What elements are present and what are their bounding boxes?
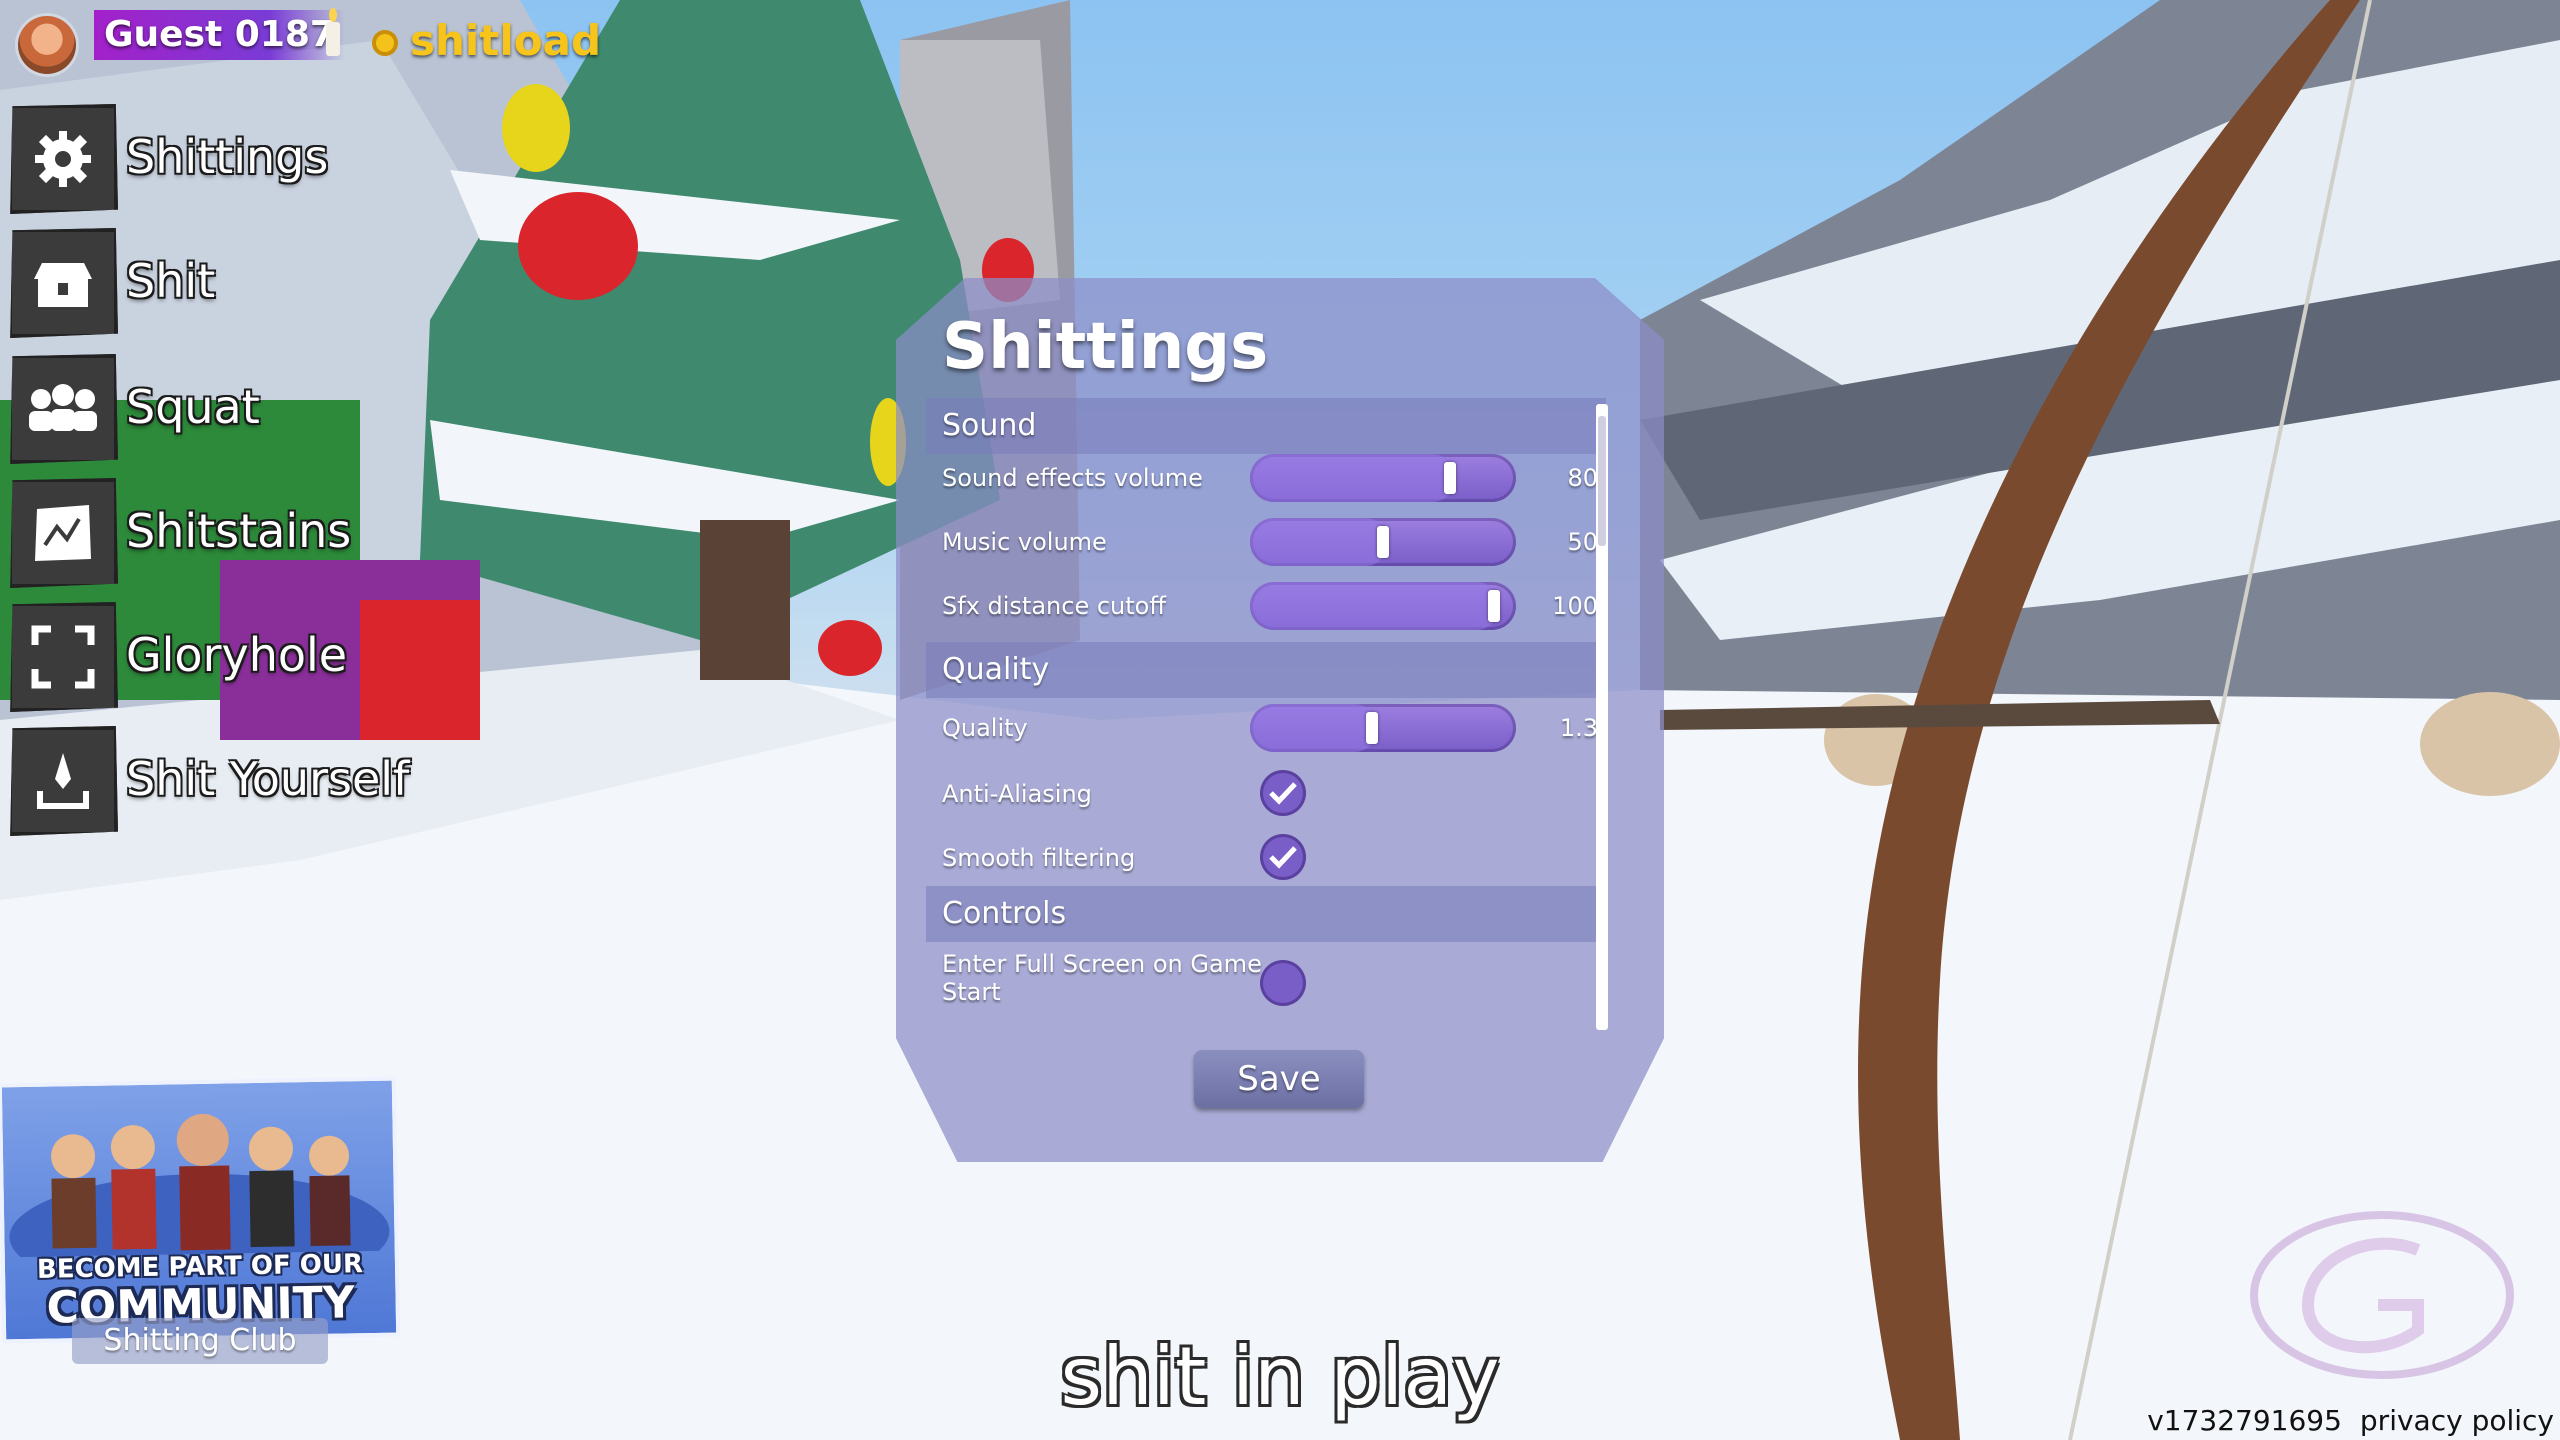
community-banner[interactable]: BECOME PART OF OUR COMMUNITY bbox=[0, 1076, 401, 1344]
menu-label: Shitstains bbox=[126, 504, 352, 558]
save-button[interactable]: Save bbox=[1194, 1050, 1364, 1108]
map-icon bbox=[10, 478, 118, 588]
checkmark-icon bbox=[1269, 782, 1297, 805]
squad-icon bbox=[10, 354, 118, 464]
footer: v1732791695 privacy policy bbox=[2129, 1404, 2554, 1437]
slider-handle[interactable] bbox=[1488, 590, 1500, 622]
panel-title: Shittings bbox=[942, 310, 1269, 384]
fullscreen-icon bbox=[10, 602, 118, 712]
candle-icon bbox=[326, 8, 340, 56]
chest-icon bbox=[10, 228, 118, 338]
menu-label: Gloryhole bbox=[126, 628, 348, 682]
menu-item-shitstains[interactable]: Shitstains bbox=[8, 478, 428, 590]
slider-handle[interactable] bbox=[1365, 712, 1378, 744]
slider-value: 100 bbox=[1552, 592, 1598, 620]
smooth-filtering-checkbox[interactable] bbox=[1260, 834, 1306, 880]
slider-handle[interactable] bbox=[1377, 526, 1389, 558]
scroll-thumb[interactable] bbox=[1598, 416, 1606, 546]
setting-label: Smooth filtering bbox=[942, 844, 1136, 872]
community-art bbox=[9, 1113, 390, 1258]
setting-label: Music volume bbox=[942, 528, 1107, 556]
slider-handle[interactable] bbox=[1443, 462, 1456, 494]
menu-item-shit-yourself[interactable]: Shit Yourself bbox=[8, 726, 428, 838]
gear-icon bbox=[10, 104, 118, 214]
menu-label: Shit Yourself bbox=[126, 752, 410, 806]
slider-fill bbox=[1250, 704, 1378, 752]
username-label: Guest 0187 bbox=[94, 10, 345, 60]
music-volume-slider[interactable] bbox=[1250, 518, 1516, 566]
menu-label: Squat bbox=[126, 380, 260, 434]
sfx-distance-slider[interactable] bbox=[1250, 582, 1516, 630]
settings-panel: Shittings Sound Sound effects volume 80 … bbox=[896, 278, 1664, 1162]
section-quality: Quality bbox=[926, 642, 1606, 698]
section-sound: Sound bbox=[926, 398, 1606, 454]
coin-icon bbox=[372, 30, 398, 56]
menu-label: Shittings bbox=[126, 130, 329, 184]
quality-slider[interactable] bbox=[1250, 704, 1516, 752]
menu-item-gloryhole[interactable]: Gloryhole bbox=[8, 602, 428, 714]
slider-value: 1.3 bbox=[1559, 714, 1598, 742]
checkmark-icon bbox=[1269, 846, 1297, 869]
setting-label: Enter Full Screen on Game Start bbox=[942, 950, 1262, 1006]
slider-value: 50 bbox=[1567, 528, 1598, 556]
player-avatar[interactable] bbox=[18, 16, 76, 74]
slider-value: 80 bbox=[1567, 464, 1598, 492]
anti-aliasing-checkbox[interactable] bbox=[1260, 770, 1306, 816]
fullscreen-on-start-checkbox[interactable] bbox=[1260, 960, 1306, 1006]
setting-label: Quality bbox=[942, 714, 1028, 742]
setting-label: Sfx distance cutoff bbox=[942, 592, 1166, 620]
menu-item-squat[interactable]: Squat bbox=[8, 354, 428, 466]
sound-effects-slider[interactable] bbox=[1250, 454, 1516, 502]
slider-fill bbox=[1250, 454, 1456, 502]
exit-icon bbox=[10, 726, 118, 836]
version-label: v1732791695 bbox=[2147, 1404, 2342, 1437]
menu-item-shittings[interactable]: Shittings bbox=[8, 104, 428, 216]
settings-scroll-area[interactable]: Sound Sound effects volume 80 Music volu… bbox=[926, 398, 1616, 1030]
setting-label: Sound effects volume bbox=[942, 464, 1203, 492]
menu-item-shit[interactable]: Shit bbox=[8, 228, 428, 340]
setting-label: Anti-Aliasing bbox=[942, 780, 1092, 808]
settings-scrollbar[interactable] bbox=[1596, 404, 1608, 1030]
slider-fill bbox=[1250, 518, 1389, 566]
currency-amount: shitload bbox=[410, 16, 602, 65]
violent-glass-logo bbox=[2250, 1211, 2514, 1379]
menu-label: Shit bbox=[126, 254, 216, 308]
privacy-policy-link[interactable]: privacy policy bbox=[2360, 1404, 2554, 1437]
section-controls: Controls bbox=[926, 886, 1606, 942]
slider-fill bbox=[1250, 582, 1500, 630]
